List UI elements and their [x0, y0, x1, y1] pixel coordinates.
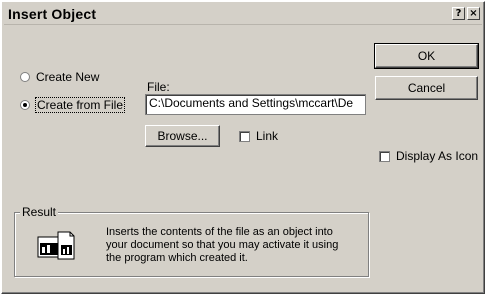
- result-description: Inserts the contents of the file as an o…: [106, 226, 338, 265]
- create-new-option[interactable]: Create New: [20, 70, 99, 84]
- file-object-icon: [37, 231, 75, 260]
- window-title: Insert Object: [8, 6, 97, 22]
- display-as-icon-option[interactable]: Display As Icon: [379, 149, 478, 163]
- help-icon[interactable]: ?: [452, 7, 465, 20]
- file-path-input[interactable]: C:\Documents and Settings\mccart\De: [145, 94, 366, 115]
- link-option[interactable]: Link: [239, 129, 278, 143]
- file-label: File:: [147, 80, 170, 94]
- result-title: Result: [20, 205, 59, 219]
- create-from-file-option[interactable]: Create from File: [20, 97, 126, 113]
- create-from-file-label: Create from File: [34, 97, 126, 113]
- create-new-radio[interactable]: [20, 72, 30, 82]
- display-as-icon-label: Display As Icon: [396, 149, 479, 163]
- result-line: the program which created it.: [106, 252, 248, 264]
- link-label: Link: [256, 129, 279, 143]
- browse-button[interactable]: Browse...: [145, 125, 220, 147]
- ok-button[interactable]: OK: [374, 43, 479, 69]
- title-bar[interactable]: Insert Object ? ×: [4, 4, 482, 25]
- insert-object-dialog: Insert Object ? × Create New Create from…: [1, 1, 485, 294]
- result-line: your document so that you may activate i…: [106, 239, 339, 251]
- create-from-file-radio[interactable]: [20, 100, 30, 110]
- close-icon[interactable]: ×: [467, 7, 480, 20]
- link-checkbox[interactable]: [239, 130, 250, 142]
- create-new-label: Create New: [36, 70, 100, 84]
- display-as-icon-checkbox[interactable]: [379, 150, 390, 162]
- result-line: Inserts the contents of the file as an o…: [106, 226, 333, 238]
- cancel-button[interactable]: Cancel: [375, 76, 478, 100]
